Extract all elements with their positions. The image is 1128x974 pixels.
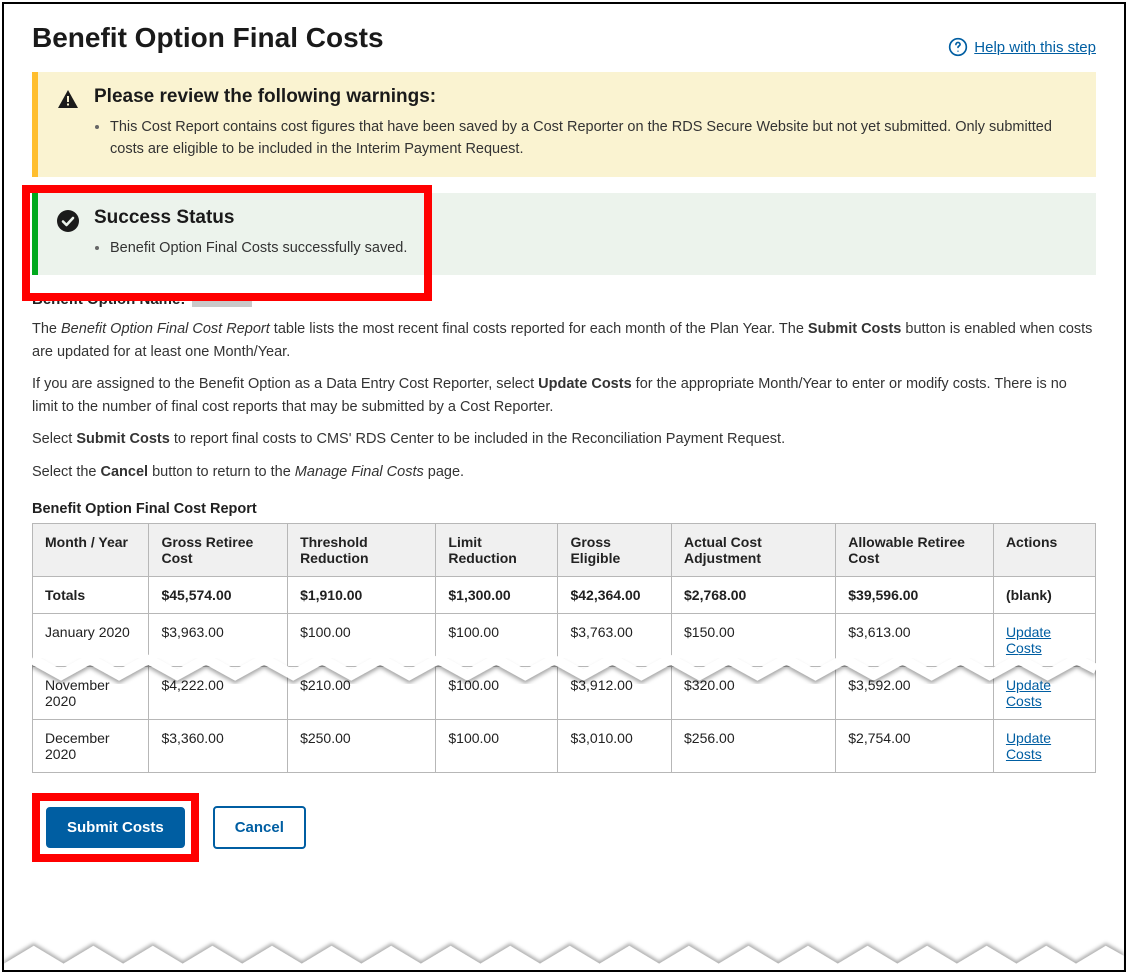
highlight-box-submit: Submit Costs [32,793,199,862]
warning-item: This Cost Report contains cost figures t… [110,116,1078,161]
final-cost-report-table: Month / Year Gross Retiree Cost Threshol… [32,523,1096,773]
update-costs-link[interactable]: Update Costs [1006,624,1051,656]
warning-heading: Please review the following warnings: [94,86,1078,108]
col-allowable: Allowable Retiree Cost [836,524,994,577]
benefit-option-name-value-redacted [192,293,252,307]
table-caption: Benefit Option Final Cost Report [32,501,1096,517]
table-row-totals: Totals $45,574.00 $1,910.00 $1,300.00 $4… [33,577,1096,614]
intro-paragraph-2: If you are assigned to the Benefit Optio… [32,373,1096,418]
update-costs-link[interactable]: Update Costs [1006,677,1051,709]
success-icon [56,209,80,261]
table-row: November 2020 $4,222.00 $210.00 $100.00 … [33,667,1096,720]
success-alert: Success Status Benefit Option Final Cost… [32,193,1096,275]
zigzag-bottom-icon [4,936,1124,972]
success-item: Benefit Option Final Costs successfully … [110,237,407,259]
page-title: Benefit Option Final Costs [32,22,384,54]
col-gross-eligible: Gross Eligible [558,524,672,577]
col-gross-retiree: Gross Retiree Cost [149,524,288,577]
success-heading: Success Status [94,207,407,229]
warning-alert: Please review the following warnings: Th… [32,72,1096,177]
intro-paragraph-1: The Benefit Option Final Cost Report tab… [32,318,1096,363]
col-actions: Actions [993,524,1095,577]
update-costs-link[interactable]: Update Costs [1006,730,1051,762]
help-link[interactable]: Help with this step [948,37,1096,57]
help-icon [948,37,968,57]
table-row: January 2020 $3,963.00 $100.00 $100.00 $… [33,614,1096,667]
col-limit: Limit Reduction [436,524,558,577]
cancel-button[interactable]: Cancel [213,806,306,849]
col-month-year: Month / Year [33,524,149,577]
benefit-option-name-row: Benefit Option Name: [32,291,1096,308]
col-actual-adj: Actual Cost Adjustment [672,524,836,577]
help-link-label: Help with this step [974,39,1096,56]
submit-costs-button[interactable]: Submit Costs [46,807,185,848]
intro-paragraph-3: Select Submit Costs to report final cost… [32,428,1096,450]
warning-icon [56,88,80,163]
benefit-option-name-label: Benefit Option Name: [32,291,185,308]
intro-paragraph-4: Select the Cancel button to return to th… [32,461,1096,483]
col-threshold: Threshold Reduction [288,524,436,577]
table-row: December 2020 $3,360.00 $250.00 $100.00 … [33,720,1096,773]
